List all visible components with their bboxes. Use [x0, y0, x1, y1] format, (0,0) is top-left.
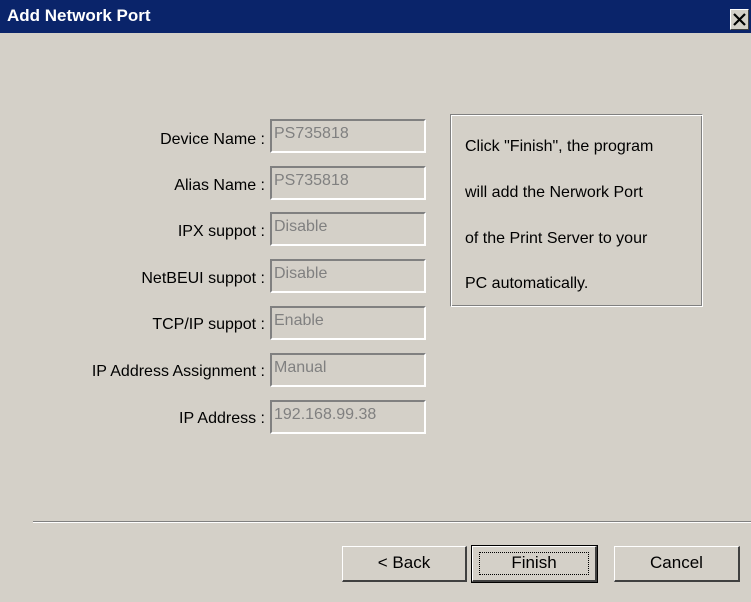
tcpip-support-field[interactable]: Enable — [270, 306, 426, 340]
cancel-button-label: Cancel — [650, 553, 703, 572]
ip-address-label: IP Address : — [179, 410, 265, 427]
ipx-support-label: IPX suppot : — [177, 223, 265, 240]
netbeui-support-label: NetBEUI suppot : — [141, 270, 265, 287]
alias-name-field[interactable]: PS735818 — [270, 166, 426, 200]
info-line-2: will add the Nerwork Port — [465, 184, 643, 201]
back-button[interactable]: < Back — [342, 546, 467, 582]
dialog-title: Add Network Port — [7, 6, 151, 25]
finish-button-label: Finish — [511, 553, 557, 572]
ip-address-assignment-label: IP Address Assignment : — [91, 363, 265, 380]
close-button[interactable] — [730, 9, 749, 30]
info-box: Click "Finish", the program will add the… — [450, 114, 703, 307]
tcpip-support-label: TCP/IP suppot : — [152, 316, 265, 333]
close-icon — [731, 13, 748, 26]
button-divider — [33, 521, 751, 523]
add-network-port-dialog: Add Network Port Device Name : PS735818 … — [0, 0, 751, 602]
finish-button[interactable]: Finish — [471, 545, 598, 583]
back-button-label: < Back — [377, 553, 431, 572]
ip-address-assignment-field[interactable]: Manual — [270, 353, 426, 387]
info-line-3: of the Print Server to your — [465, 230, 648, 247]
device-name-label: Device Name : — [160, 131, 265, 148]
device-name-field[interactable]: PS735818 — [270, 119, 426, 153]
cancel-button[interactable]: Cancel — [614, 546, 740, 582]
info-line-1: Click "Finish", the program — [465, 138, 654, 155]
title-bar: Add Network Port — [0, 0, 751, 33]
ip-address-field[interactable]: 192.168.99.38 — [270, 400, 426, 434]
alias-name-label: Alias Name : — [174, 177, 265, 194]
ipx-support-field[interactable]: Disable — [270, 212, 426, 246]
info-line-4: PC automatically. — [465, 275, 589, 292]
netbeui-support-field[interactable]: Disable — [270, 259, 426, 293]
